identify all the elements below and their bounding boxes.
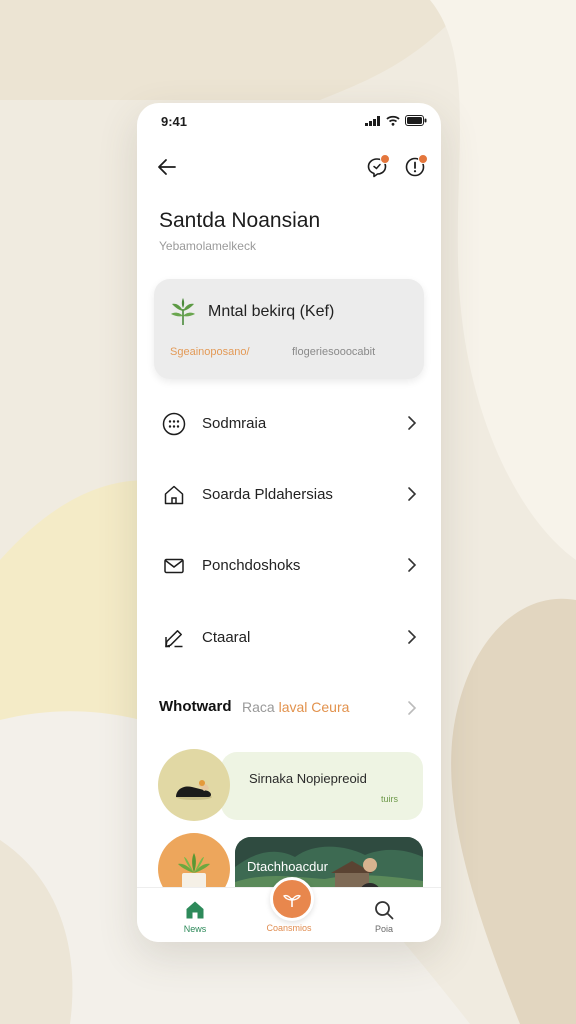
slipper-image-icon	[176, 780, 212, 800]
section-header: Whotward Raca laval Ceura	[137, 693, 441, 723]
menu-item-label: Ponchdoshoks	[202, 557, 301, 574]
card-tag-secondary: flogeriesooocabit	[292, 346, 376, 358]
feature-card-1[interactable]	[221, 752, 423, 820]
menu-item-label: Sodmraia	[202, 415, 267, 432]
chat-button[interactable]	[361, 151, 393, 183]
home-icon	[161, 482, 187, 508]
bottom-tab-bar: News Coansmios Poia	[137, 877, 441, 942]
tab-news[interactable]: News	[155, 888, 235, 942]
envelope-icon	[161, 553, 187, 579]
menu-item-label: Soarda Pldahersias	[202, 486, 333, 503]
feature-meta-1: tuirs	[381, 794, 399, 804]
section-link[interactable]: Raca laval Ceura	[242, 699, 349, 715]
section-link-accent: laval Ceura	[278, 699, 350, 715]
top-app-bar	[137, 149, 441, 185]
section-link-prefix: Raca	[242, 699, 275, 715]
page-title: Santda Noansian	[159, 209, 321, 232]
status-icons	[365, 115, 427, 126]
chevron-right-icon	[408, 416, 417, 430]
card-title: Mntal bekirq (Kef)	[208, 303, 335, 320]
signal-icon	[365, 115, 380, 126]
chat-badge	[380, 154, 390, 164]
tab-label: Poia	[374, 924, 393, 934]
chevron-right-icon	[408, 487, 417, 501]
notification-button[interactable]	[399, 151, 431, 183]
back-button[interactable]	[151, 151, 183, 183]
chevron-right-icon[interactable]	[403, 699, 421, 717]
grid-dots-icon	[161, 411, 187, 437]
leaf-icon	[283, 894, 301, 907]
phone-screen: 9:41 Santda Noansian Yebamolamelkeck Mnt…	[137, 103, 441, 942]
search-icon	[372, 898, 396, 922]
section-title: Whotward	[159, 698, 232, 715]
notification-badge	[418, 154, 428, 164]
battery-icon	[405, 115, 427, 126]
tab-label: Coansmios	[266, 923, 312, 933]
menu-item-soarda[interactable]: Soarda Pldahersias	[137, 469, 441, 519]
home-icon	[183, 898, 207, 922]
edit-pen-icon	[161, 625, 187, 651]
menu-item-ctaaral[interactable]: Ctaaral	[137, 612, 441, 662]
info-card[interactable]: Mntal bekirq (Kef) Sgeainoposano/ floger…	[154, 279, 424, 379]
wifi-icon	[386, 115, 400, 126]
arrow-left-icon	[158, 159, 176, 175]
menu-item-ponchdoshoks[interactable]: Ponchdoshoks	[137, 540, 441, 590]
tab-label: News	[183, 924, 207, 934]
menu-item-sodmraia[interactable]: Sodmraia	[137, 398, 441, 448]
feature-title-2: Dtachhoacdur	[247, 859, 328, 874]
tab-poia[interactable]: Poia	[344, 888, 424, 942]
status-bar: 9:41	[137, 103, 441, 139]
page-subtitle: Yebamolamelkeck	[159, 239, 256, 253]
tab-coansmios[interactable]: Coansmios	[249, 877, 329, 942]
feature-thumbnail-1	[158, 749, 230, 821]
chevron-right-icon	[408, 630, 417, 644]
chevron-right-icon	[408, 558, 417, 572]
card-tag-primary[interactable]: Sgeainoposano/	[170, 346, 250, 358]
feature-title-1: Sirnaka Nopiepreoid	[249, 771, 367, 786]
menu-item-label: Ctaaral	[202, 629, 251, 646]
status-time: 9:41	[161, 114, 188, 129]
leaf-fab-button[interactable]	[270, 877, 314, 921]
leaf-icon	[171, 298, 195, 325]
